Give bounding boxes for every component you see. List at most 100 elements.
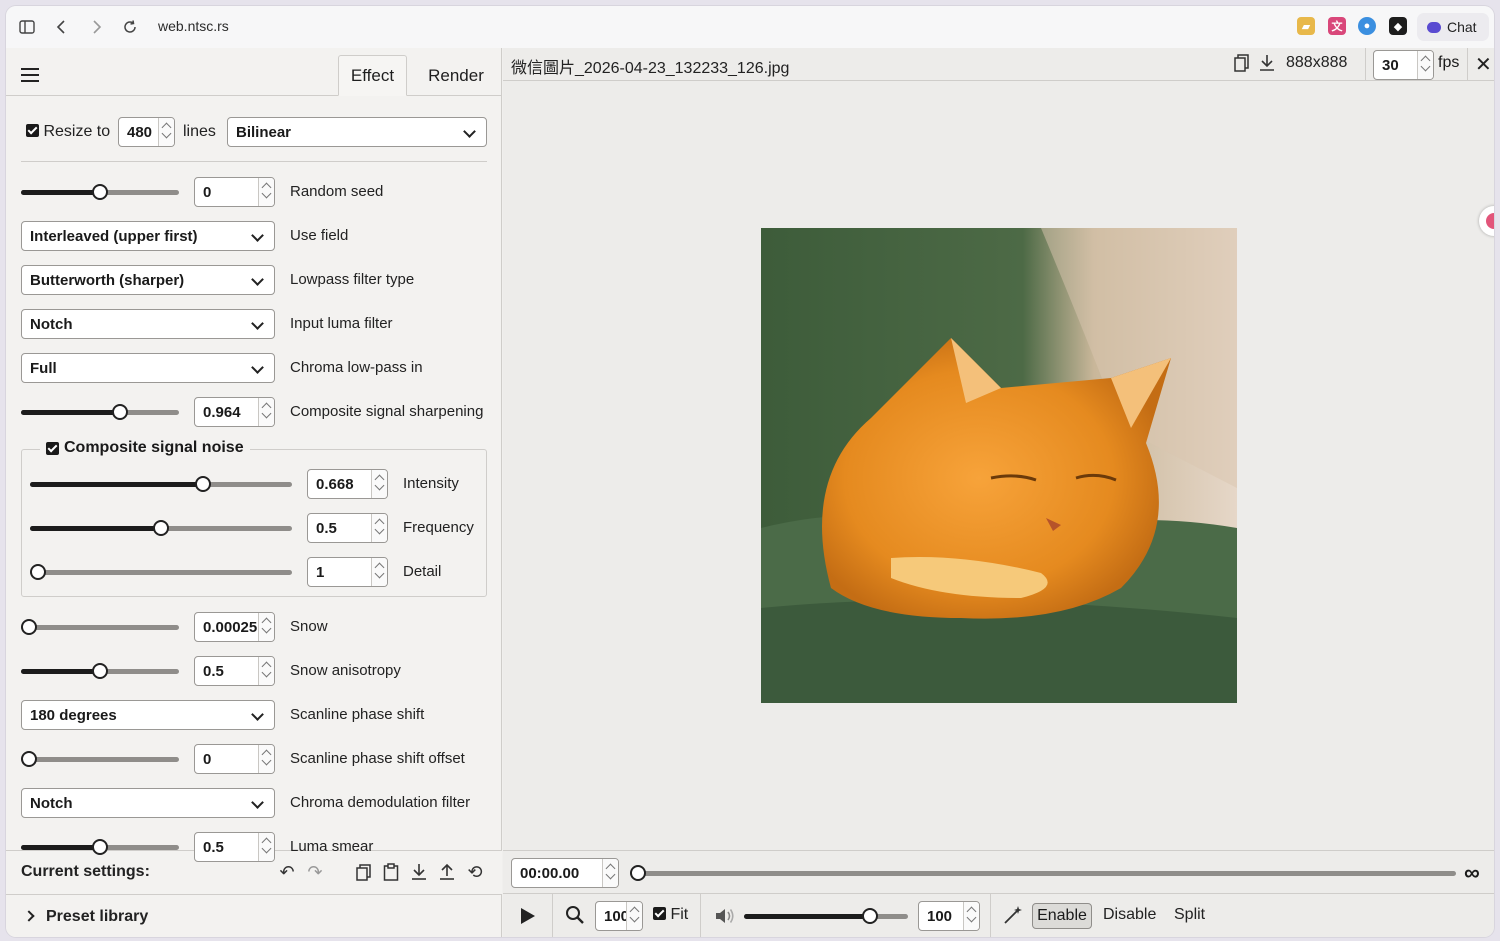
play-icon[interactable] [521,908,535,924]
back-icon[interactable] [51,17,71,37]
detail-input[interactable]: 1 [307,557,388,587]
tab-render[interactable]: Render [416,55,496,96]
disable-button[interactable]: Disable [1103,906,1156,924]
volume-icon[interactable] [714,906,736,931]
input-luma-filter-select[interactable]: Notch [21,309,275,339]
detail-slider[interactable] [30,564,292,580]
zoom-icon[interactable] [565,905,585,930]
menu-icon[interactable] [21,68,39,82]
enable-button[interactable]: Enable [1032,903,1092,929]
detail-label: Detail [403,563,442,580]
random-seed-slider[interactable] [21,184,179,200]
playback-controls: 100 Fit 100 Enable Disable Split [503,893,1494,937]
browser-toolbar: web.ntsc.rs ▰ 文 ● ◆ Chat [6,6,1494,48]
forward-icon[interactable] [87,17,107,37]
scanline-phase-shift-select[interactable]: 180 degrees [21,700,275,730]
lowpass-filter-type-select[interactable]: Butterworth (sharper) [21,265,275,295]
composite-signal-sharpening-slider[interactable] [21,404,179,420]
scanline-phase-shift-offset-input[interactable]: 0 [194,744,275,774]
luma-smear-input[interactable]: 0.5 [194,832,275,862]
viewer-panel: 微信圖片_2026-04-23_132233_126.jpg 888x888 3… [503,48,1494,937]
scanline-phase-shift-offset-label: Scanline phase shift offset [290,750,465,767]
intensity-slider[interactable] [30,476,292,492]
fit-checkbox[interactable] [653,907,666,920]
volume-slider[interactable] [744,908,908,924]
luma-smear-slider[interactable] [21,839,179,855]
reset-icon[interactable]: ⟲ [464,861,486,883]
copy-icon[interactable] [353,861,375,883]
undo-icon[interactable]: ↶ [276,861,298,883]
composite-noise-toggle[interactable]: Composite signal noise [40,439,250,457]
url-field[interactable]: web.ntsc.rs [158,18,229,34]
composite-signal-sharpening-label: Composite signal sharpening [290,403,484,420]
use-field-select[interactable]: Interleaved (upper first) [21,221,275,251]
frequency-label: Frequency [403,519,474,536]
scanline-phase-shift-offset-slider[interactable] [21,751,179,767]
scanline-phase-shift-row: 180 degrees Scanline phase shift [6,699,502,731]
separator [552,894,553,937]
random-seed-input[interactable]: 0 [194,177,275,207]
snow-input[interactable]: 0.00025 [194,612,275,642]
file-name: 微信圖片_2026-04-23_132233_126.jpg [511,60,790,77]
current-settings-label: Current settings: [21,863,150,880]
chroma-demodulation-filter-select[interactable]: Notch [21,788,275,818]
snow-row: 0.00025 Snow [6,611,502,643]
reload-icon[interactable] [120,17,140,37]
redo-icon[interactable]: ↷ [304,861,326,883]
chroma-low-pass-in-row: Full Chroma low-pass in [6,352,502,384]
download-icon[interactable] [408,861,430,883]
zoom-input[interactable]: 100 [595,901,643,931]
app-window: web.ntsc.rs ▰ 文 ● ◆ Chat Effect Render R… [6,6,1494,937]
copy-frame-icon[interactable] [1234,54,1250,77]
preview-image [761,228,1237,703]
composite-noise-checkbox[interactable] [46,441,59,455]
save-frame-icon[interactable] [1259,54,1275,77]
resize-row: Resize to 480 lines Bilinear [6,116,502,148]
resize-checkbox-label[interactable]: Resize to [26,123,110,141]
scanline-phase-shift-offset-row: 0 Scanline phase shift offset [6,743,502,775]
resize-method-select[interactable]: Bilinear [227,117,487,147]
lowpass-filter-type-label: Lowpass filter type [290,271,415,288]
resize-checkbox[interactable] [26,124,39,137]
input-luma-filter-row: Notch Input luma filter [6,308,502,340]
tab-effect[interactable]: Effect [338,55,407,96]
snow-anisotropy-slider[interactable] [21,663,179,679]
luma-smear-label: Luma smear [290,838,374,855]
use-field-row: Interleaved (upper first) Use field [6,220,502,252]
timeline-scrubber[interactable] [630,865,1456,881]
divider [21,161,487,162]
volume-input[interactable]: 100 [918,901,980,931]
chroma-demodulation-filter-label: Chroma demodulation filter [290,794,471,811]
floating-extension-icon[interactable] [1479,206,1494,236]
chroma-low-pass-in-select[interactable]: Full [21,353,275,383]
intensity-label: Intensity [403,475,459,492]
fps-input[interactable]: 30 [1373,50,1434,80]
extension-figma-icon[interactable]: ◆ [1389,17,1407,35]
snow-slider[interactable] [21,619,179,635]
input-luma-filter-label: Input luma filter [290,315,393,332]
intensity-input[interactable]: 0.668 [307,469,388,499]
extension-translate-icon[interactable]: 文 [1328,17,1346,35]
paste-icon[interactable] [380,861,402,883]
extension-color-icon[interactable]: ● [1358,17,1376,35]
sidebar-toggle-icon[interactable] [17,17,37,37]
fit-toggle[interactable]: Fit [653,906,688,924]
time-input[interactable]: 00:00.00 [511,858,619,888]
split-button[interactable]: Split [1174,906,1205,924]
image-dimensions: 888x888 [1286,54,1348,71]
upload-icon[interactable] [436,861,458,883]
intensity-row: 0.668 Intensity [6,468,502,500]
frequency-slider[interactable] [30,520,292,536]
close-icon[interactable]: ✕ [1475,52,1492,77]
frequency-input[interactable]: 0.5 [307,513,388,543]
extension-folder-icon[interactable]: ▰ [1297,17,1315,35]
composite-signal-sharpening-input[interactable]: 0.964 [194,397,275,427]
chevron-right-icon [23,910,35,922]
resize-lines-input[interactable]: 480 [118,117,175,147]
preset-library-toggle[interactable]: Preset library [6,894,502,937]
snow-anisotropy-row: 0.5 Snow anisotropy [6,655,502,687]
snow-anisotropy-input[interactable]: 0.5 [194,656,275,686]
loop-icon[interactable]: ∞ [1464,860,1480,886]
use-field-label: Use field [290,227,349,244]
chat-button[interactable]: Chat [1417,13,1489,41]
